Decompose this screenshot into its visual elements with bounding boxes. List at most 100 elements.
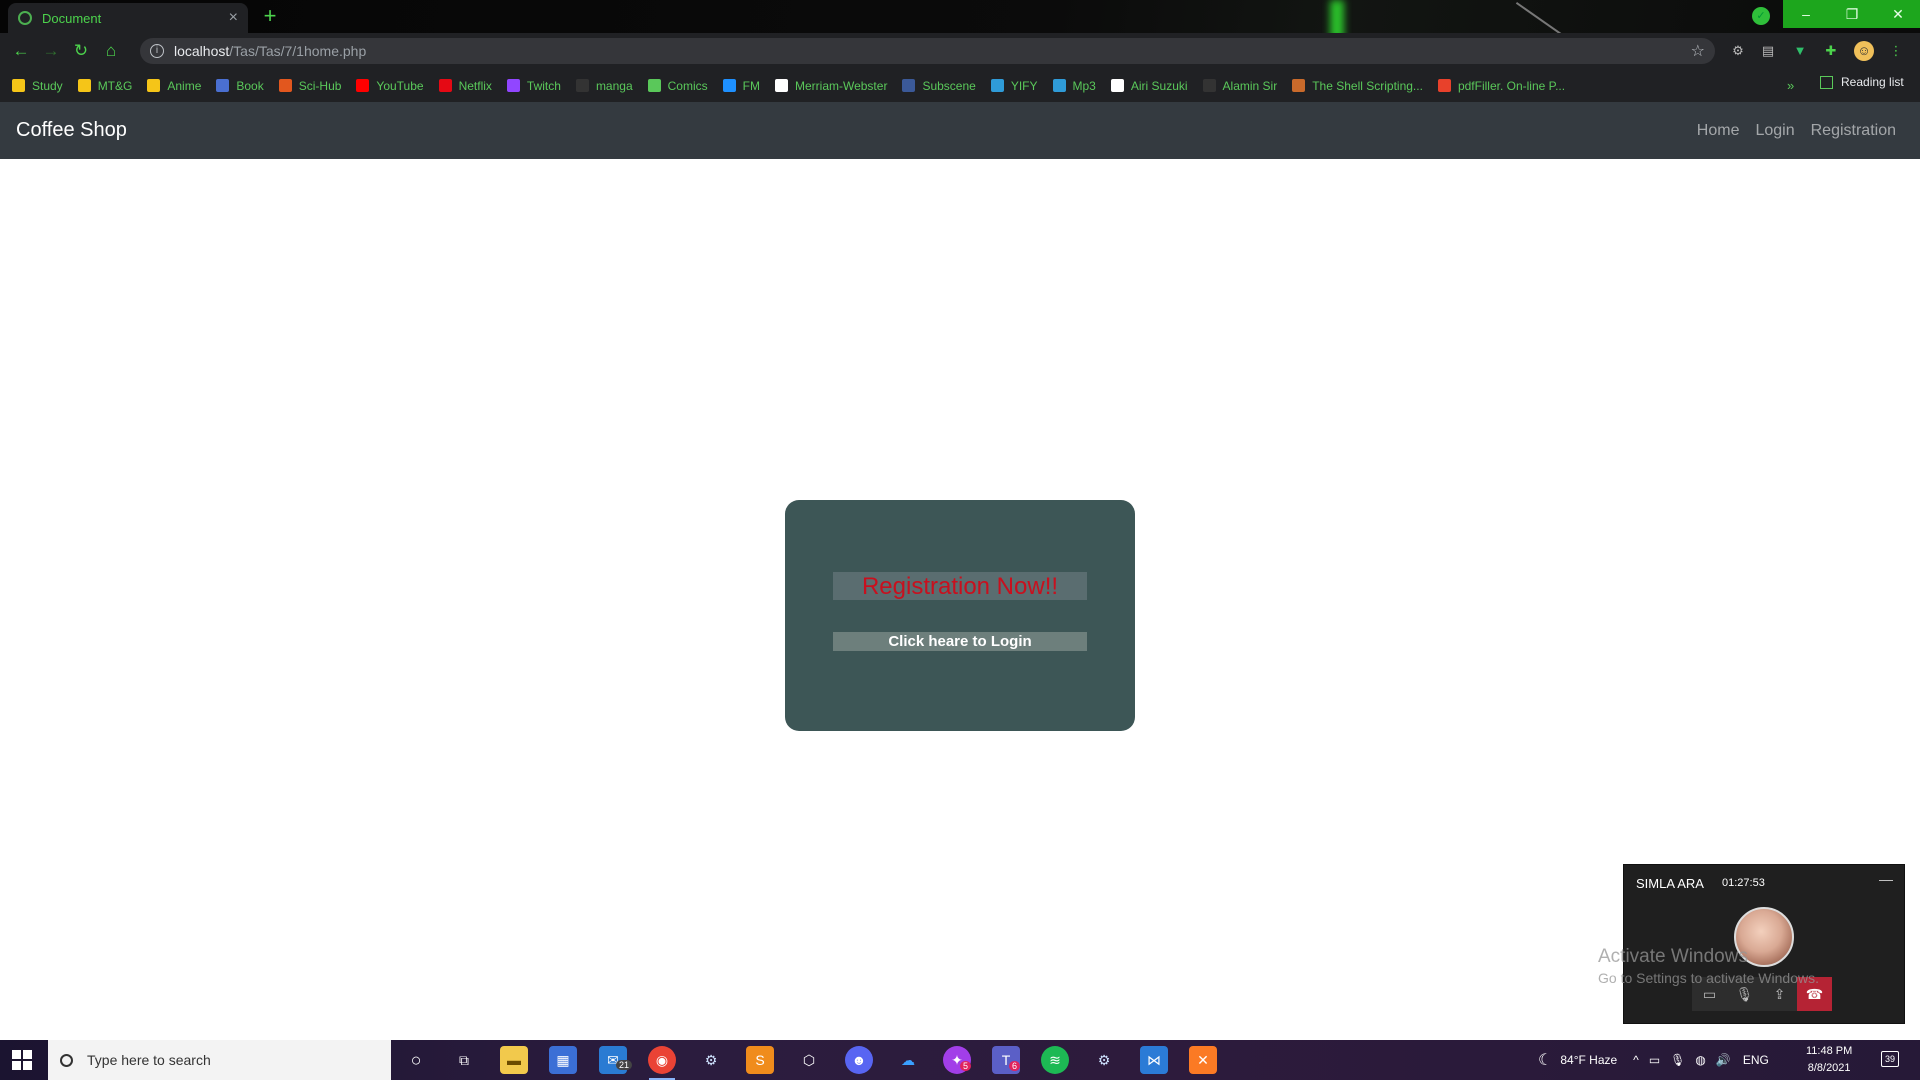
vpn-tray-icon[interactable]: ◍ (1695, 1053, 1705, 1067)
new-tab-button[interactable]: + (258, 5, 282, 29)
site-info-icon[interactable]: i (150, 44, 164, 58)
extension-card-icon[interactable]: ▤ (1758, 41, 1778, 61)
virtualbox-icon[interactable]: ⬡ (795, 1046, 823, 1074)
pdf-icon (1437, 79, 1451, 92)
tab-close-icon[interactable]: × (229, 9, 238, 27)
window-controls: – ❐ ✕ (1783, 0, 1920, 28)
reading-list-button[interactable]: Reading list (1820, 75, 1904, 89)
play-icon (722, 79, 736, 92)
call-timer: 01:27:53 (1722, 877, 1765, 889)
bookmark-item[interactable]: Subscene (902, 79, 976, 93)
more-bookmarks-icon[interactable]: » (1787, 78, 1794, 93)
bookmark-item[interactable]: Anime (147, 79, 201, 93)
bookmark-item[interactable]: pdfFiller. On-line P... (1437, 79, 1565, 93)
bookmark-item[interactable]: Mp3 (1052, 79, 1096, 93)
notification-center-icon[interactable]: 39 (1881, 1051, 1899, 1067)
twitch-icon (506, 79, 520, 92)
bookmark-item[interactable]: Merriam-Webster (774, 78, 888, 93)
bookmark-star-icon[interactable]: ☆ (1691, 41, 1705, 61)
extension-icon[interactable]: ⚙ (1728, 41, 1748, 61)
cortana-icon[interactable]: ○ (402, 1046, 430, 1074)
login-button[interactable]: Click heare to Login (833, 632, 1087, 651)
microphone-tray-icon[interactable]: 🎙 (1670, 1053, 1685, 1067)
google-icon (1110, 79, 1124, 92)
bookmark-item[interactable]: Alamin Sir (1202, 79, 1277, 93)
nav-link-registration[interactable]: Registration (1811, 122, 1896, 140)
mail-badge: 21 (616, 1060, 633, 1070)
bookmark-label: MT&G (97, 78, 133, 93)
github-icon (1202, 79, 1216, 92)
close-window-button[interactable]: ✕ (1875, 0, 1920, 28)
bookmark-item[interactable]: YouTube (356, 79, 424, 93)
activate-windows-watermark: Activate Windows Go to Settings to activ… (1598, 946, 1819, 986)
bookmark-item[interactable]: Twitch (506, 78, 561, 93)
discord-icon[interactable]: ☻ (845, 1046, 873, 1074)
volume-icon[interactable]: 🔊 (1716, 1053, 1731, 1067)
sublime-icon[interactable]: S (746, 1046, 774, 1074)
bookmark-label: The Shell Scripting... (1312, 78, 1423, 93)
book-icon (1292, 79, 1306, 92)
bookmark-item[interactable]: MT&G (77, 78, 133, 93)
extensions-puzzle-icon[interactable]: ✚ (1821, 41, 1841, 61)
reading-list-label: Reading list (1841, 75, 1904, 89)
windows-taskbar: Type here to search ○ ⧉ ▬ ▦ ✉ 21 ◉ ⚙ S ⬡… (0, 1040, 1920, 1080)
browser-toolbar: ← → ↻ ⌂ i localhost/Tas/Tas/7/1home.php … (0, 33, 1920, 69)
bookmark-item[interactable]: Sci-Hub (278, 79, 341, 93)
home-icon[interactable]: ⌂ (96, 41, 126, 61)
nav-link-login[interactable]: Login (1755, 122, 1794, 140)
bookmark-item[interactable]: FM (722, 78, 760, 93)
folder-icon (12, 79, 25, 92)
store-icon[interactable]: ▦ (549, 1046, 577, 1074)
profile-avatar[interactable]: ☺ (1854, 41, 1874, 61)
bookmark-item[interactable]: manga (575, 79, 633, 93)
address-bar[interactable]: i localhost/Tas/Tas/7/1home.php ☆ (140, 38, 1715, 64)
network-icon[interactable]: ▭ (1649, 1053, 1660, 1067)
tray-chevron-icon[interactable]: ^ (1633, 1053, 1639, 1067)
bookmark-item[interactable]: YIFY (990, 79, 1038, 93)
xampp-icon[interactable]: ✕ (1189, 1046, 1217, 1074)
bookmark-label: FM (742, 78, 760, 93)
steam-icon[interactable]: ⚙ (697, 1046, 725, 1074)
site-brand[interactable]: Coffee Shop (16, 119, 127, 142)
taskbar-clock[interactable]: 11:48 PM 8/8/2021 (1806, 1043, 1852, 1077)
browser-tab[interactable]: Document × (8, 3, 248, 33)
nav-link-home[interactable]: Home (1697, 122, 1740, 140)
book-icon (216, 79, 230, 92)
browser-menu-icon[interactable]: ⋮ (1886, 41, 1906, 61)
onedrive-icon[interactable]: ☁ (894, 1046, 922, 1074)
watermark-subtitle: Go to Settings to activate Windows. (1598, 970, 1819, 986)
language-indicator[interactable]: ENG (1743, 1053, 1769, 1067)
scihub-icon (278, 79, 292, 92)
minimize-call-icon[interactable]: — (1879, 871, 1893, 887)
vscode-icon[interactable]: ⋈ (1140, 1046, 1168, 1074)
youtube-icon (356, 79, 370, 92)
taskbar-search[interactable]: Type here to search (48, 1040, 391, 1080)
start-icon[interactable] (12, 1050, 32, 1070)
profile-badge-icon[interactable]: ✓ (1752, 7, 1770, 25)
bookmark-item[interactable]: Comics (647, 79, 708, 93)
extension-vpn-icon[interactable]: ▼ (1790, 41, 1810, 61)
registration-button[interactable]: Registration Now!! (833, 572, 1087, 600)
bookmark-item[interactable]: Netflix (438, 79, 492, 93)
bookmark-label: Anime (167, 78, 202, 93)
task-view-icon[interactable]: ⧉ (450, 1046, 478, 1074)
bookmark-item[interactable]: Airi Suzuki (1110, 79, 1188, 93)
bookmark-item[interactable]: Book (216, 79, 264, 93)
spotify-icon[interactable]: ≋ (1041, 1046, 1069, 1074)
weather-text[interactable]: 84°F Haze (1560, 1053, 1617, 1067)
yify-icon (990, 79, 1004, 92)
forward-icon[interactable]: → (36, 41, 66, 61)
minimize-window-button[interactable]: – (1783, 0, 1829, 28)
reload-icon[interactable]: ↻ (66, 41, 96, 61)
bookmark-item[interactable]: Study (12, 79, 63, 93)
file-explorer-icon[interactable]: ▬ (500, 1046, 528, 1074)
bookmark-label: Merriam-Webster (794, 78, 888, 93)
steam-alt-icon[interactable]: ⚙ (1090, 1046, 1118, 1074)
search-placeholder: Type here to search (87, 1052, 211, 1068)
bookmark-item[interactable]: The Shell Scripting... (1292, 79, 1423, 93)
bookmark-label: Twitch (526, 78, 561, 93)
back-icon[interactable]: ← (6, 41, 36, 61)
restore-window-button[interactable]: ❐ (1829, 0, 1875, 28)
system-tray: ☾ 84°F Haze ^ ▭ 🎙 ◍ 🔊 ENG (1538, 1040, 1769, 1080)
chrome-icon[interactable]: ◉ (648, 1046, 676, 1074)
